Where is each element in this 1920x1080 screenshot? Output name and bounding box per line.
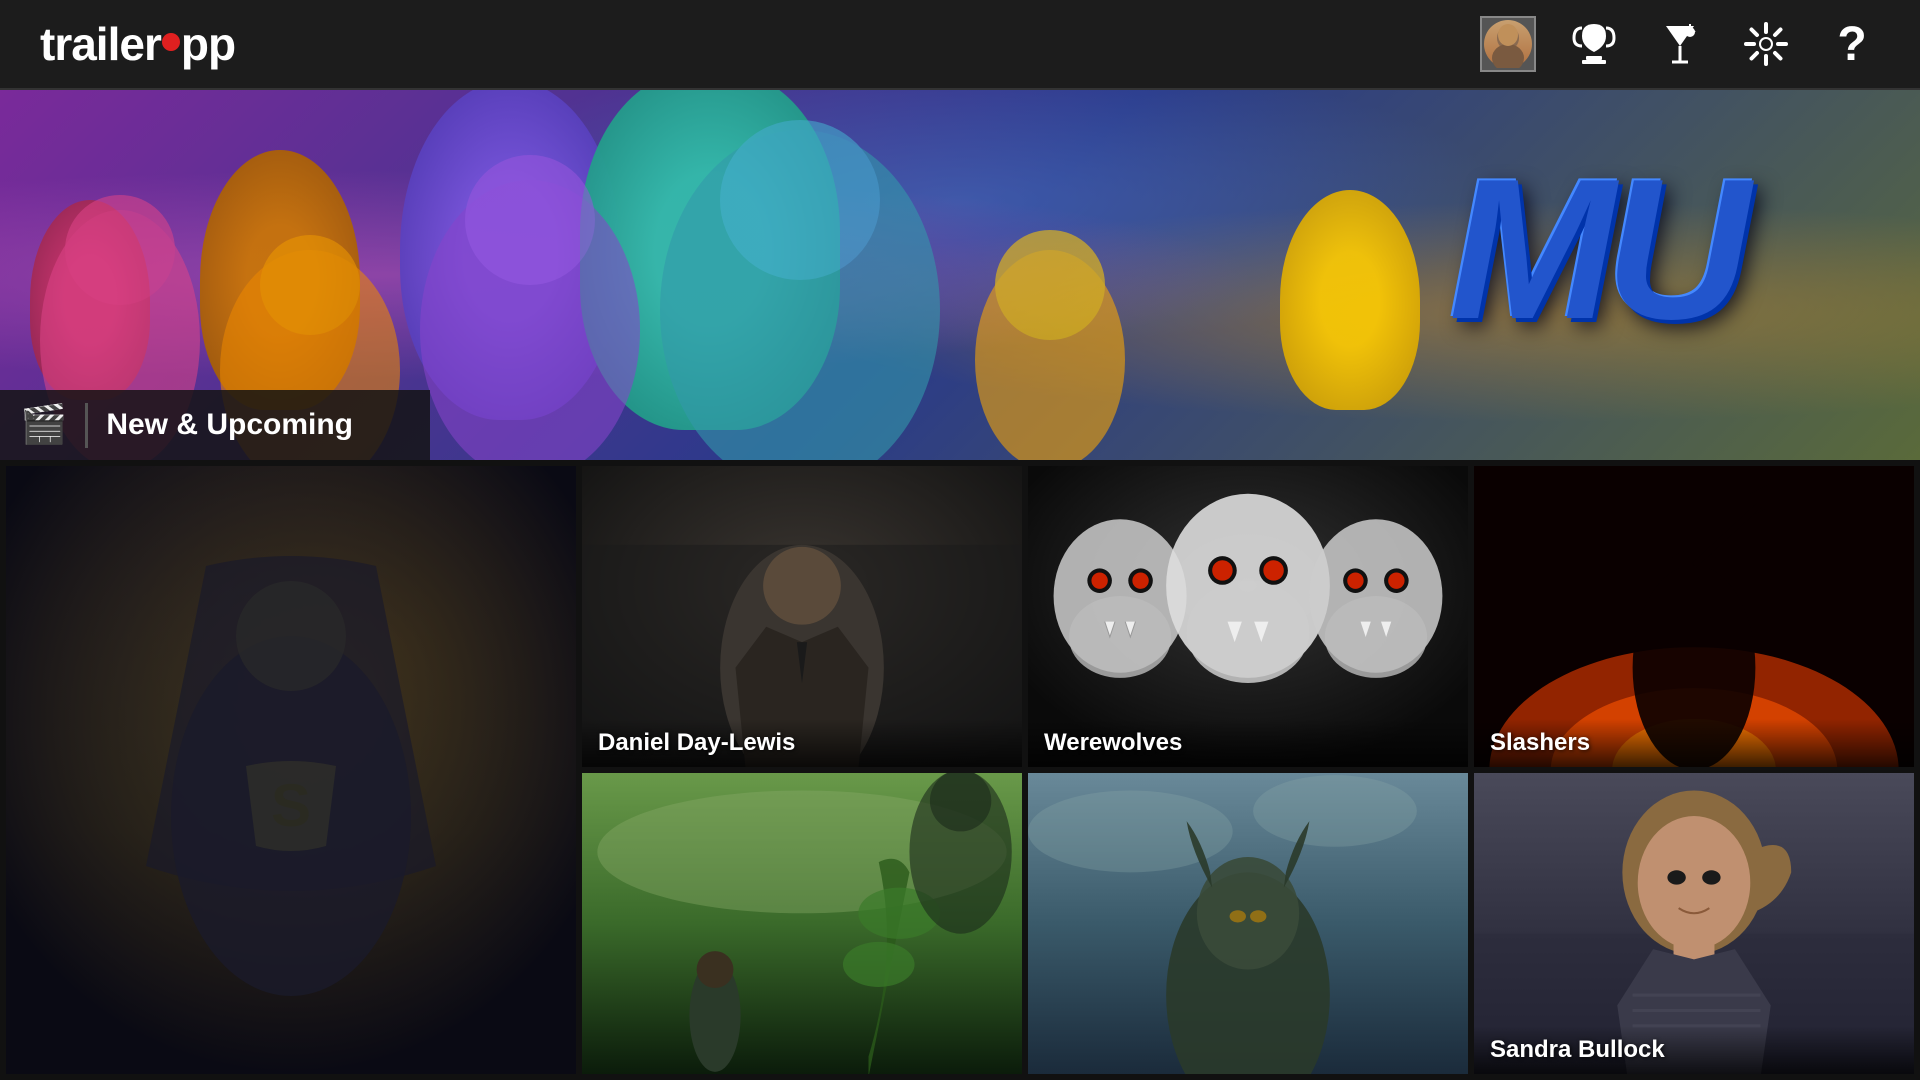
man-of-steel-bg: S xyxy=(6,466,576,1074)
logo[interactable]: trailer p p xyxy=(40,17,235,71)
hero-divider xyxy=(85,403,88,448)
logo-text-2: p xyxy=(181,17,208,71)
user-avatar-button[interactable] xyxy=(1480,16,1536,72)
svg-text:?: ? xyxy=(1837,18,1866,70)
big-card-man-of-steel[interactable]: S xyxy=(6,466,576,1074)
content-grid: S xyxy=(0,460,1920,1080)
grid-card-jack-giant-slayer[interactable]: Jack the Giant Slayer xyxy=(582,773,1022,1074)
sandra-bullock-label: Sandra Bullock xyxy=(1474,1026,1914,1074)
help-button[interactable]: ? xyxy=(1824,16,1880,72)
hero-label-text: New & Upcoming xyxy=(106,408,353,442)
grid-card-slashers[interactable]: Slashers xyxy=(1474,466,1914,767)
logo-dot xyxy=(162,33,180,51)
right-grid: Daniel Day-Lewis xyxy=(582,466,1914,1074)
trophy-button[interactable] xyxy=(1566,16,1622,72)
grid-card-daniel-day-lewis[interactable]: Daniel Day-Lewis xyxy=(582,466,1022,767)
mu-logo: MU xyxy=(1449,150,1740,350)
werewolves-label: Werewolves xyxy=(1028,719,1468,767)
hero-banner[interactable]: MU 🎬 New & Upcoming xyxy=(0,90,1920,460)
header-icons: ? xyxy=(1480,16,1880,72)
settings-button[interactable] xyxy=(1738,16,1794,72)
grid-card-sandra-bullock[interactable]: Sandra Bullock xyxy=(1474,773,1914,1074)
clapboard-icon: 🎬 xyxy=(20,403,67,447)
cocktail-filter-button[interactable] xyxy=(1652,16,1708,72)
svg-text:S: S xyxy=(271,772,311,839)
logo-text: trailer xyxy=(40,17,161,71)
slashers-label: Slashers xyxy=(1474,719,1914,767)
header: trailer p p xyxy=(0,0,1920,90)
grid-card-werewolves[interactable]: Werewolves xyxy=(1028,466,1468,767)
grid-card-warrior[interactable]: Warrior xyxy=(1028,773,1468,1074)
logo-text-3: p xyxy=(208,17,235,71)
daniel-day-lewis-label: Daniel Day-Lewis xyxy=(582,719,1022,767)
hero-label: 🎬 New & Upcoming xyxy=(0,390,430,460)
avatar xyxy=(1484,20,1532,68)
